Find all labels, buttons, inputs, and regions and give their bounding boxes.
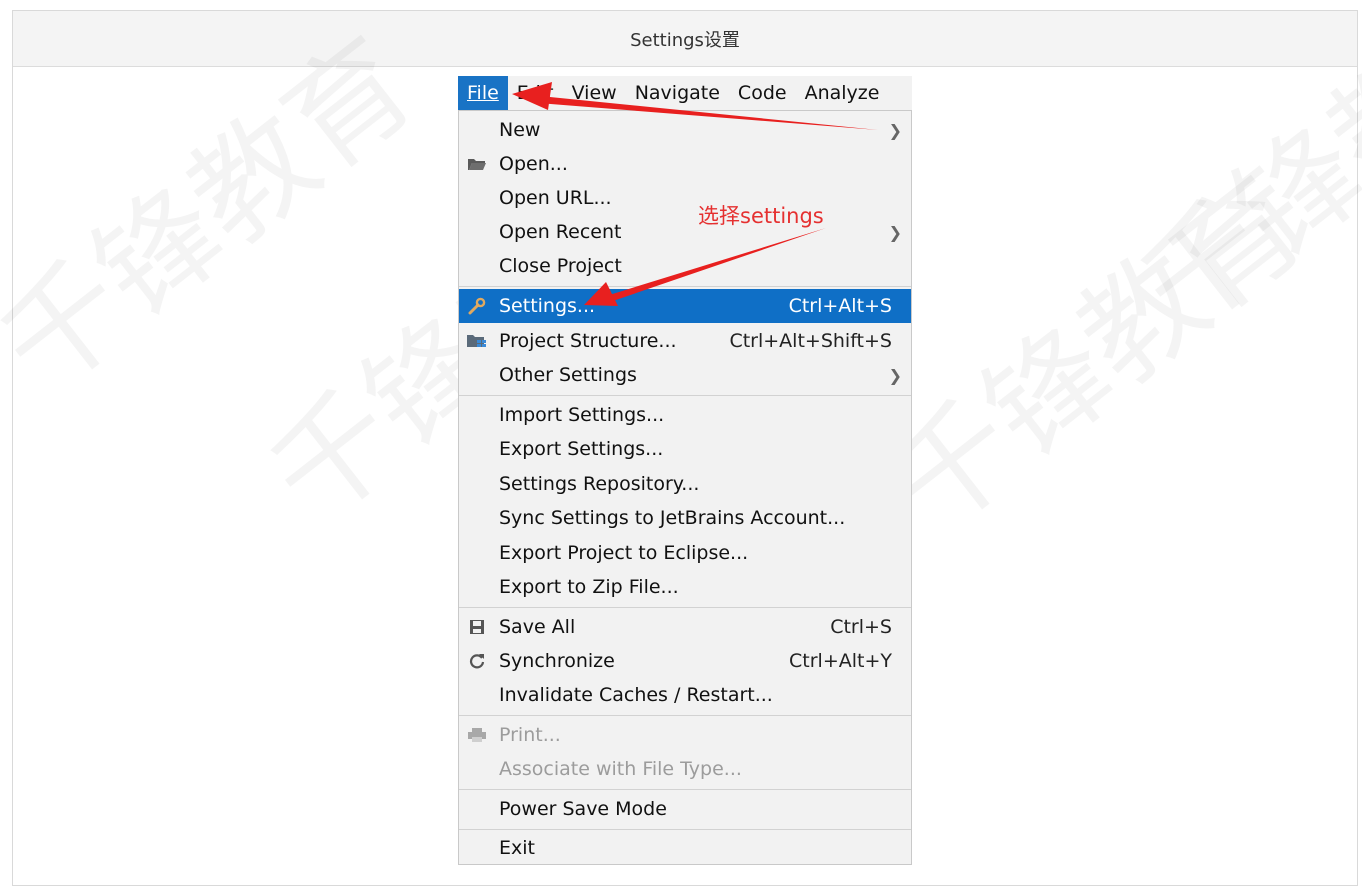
annotation-arrows [512,82,878,306]
arrow-to-settings [584,228,826,306]
arrow-to-file-menu [512,82,878,130]
